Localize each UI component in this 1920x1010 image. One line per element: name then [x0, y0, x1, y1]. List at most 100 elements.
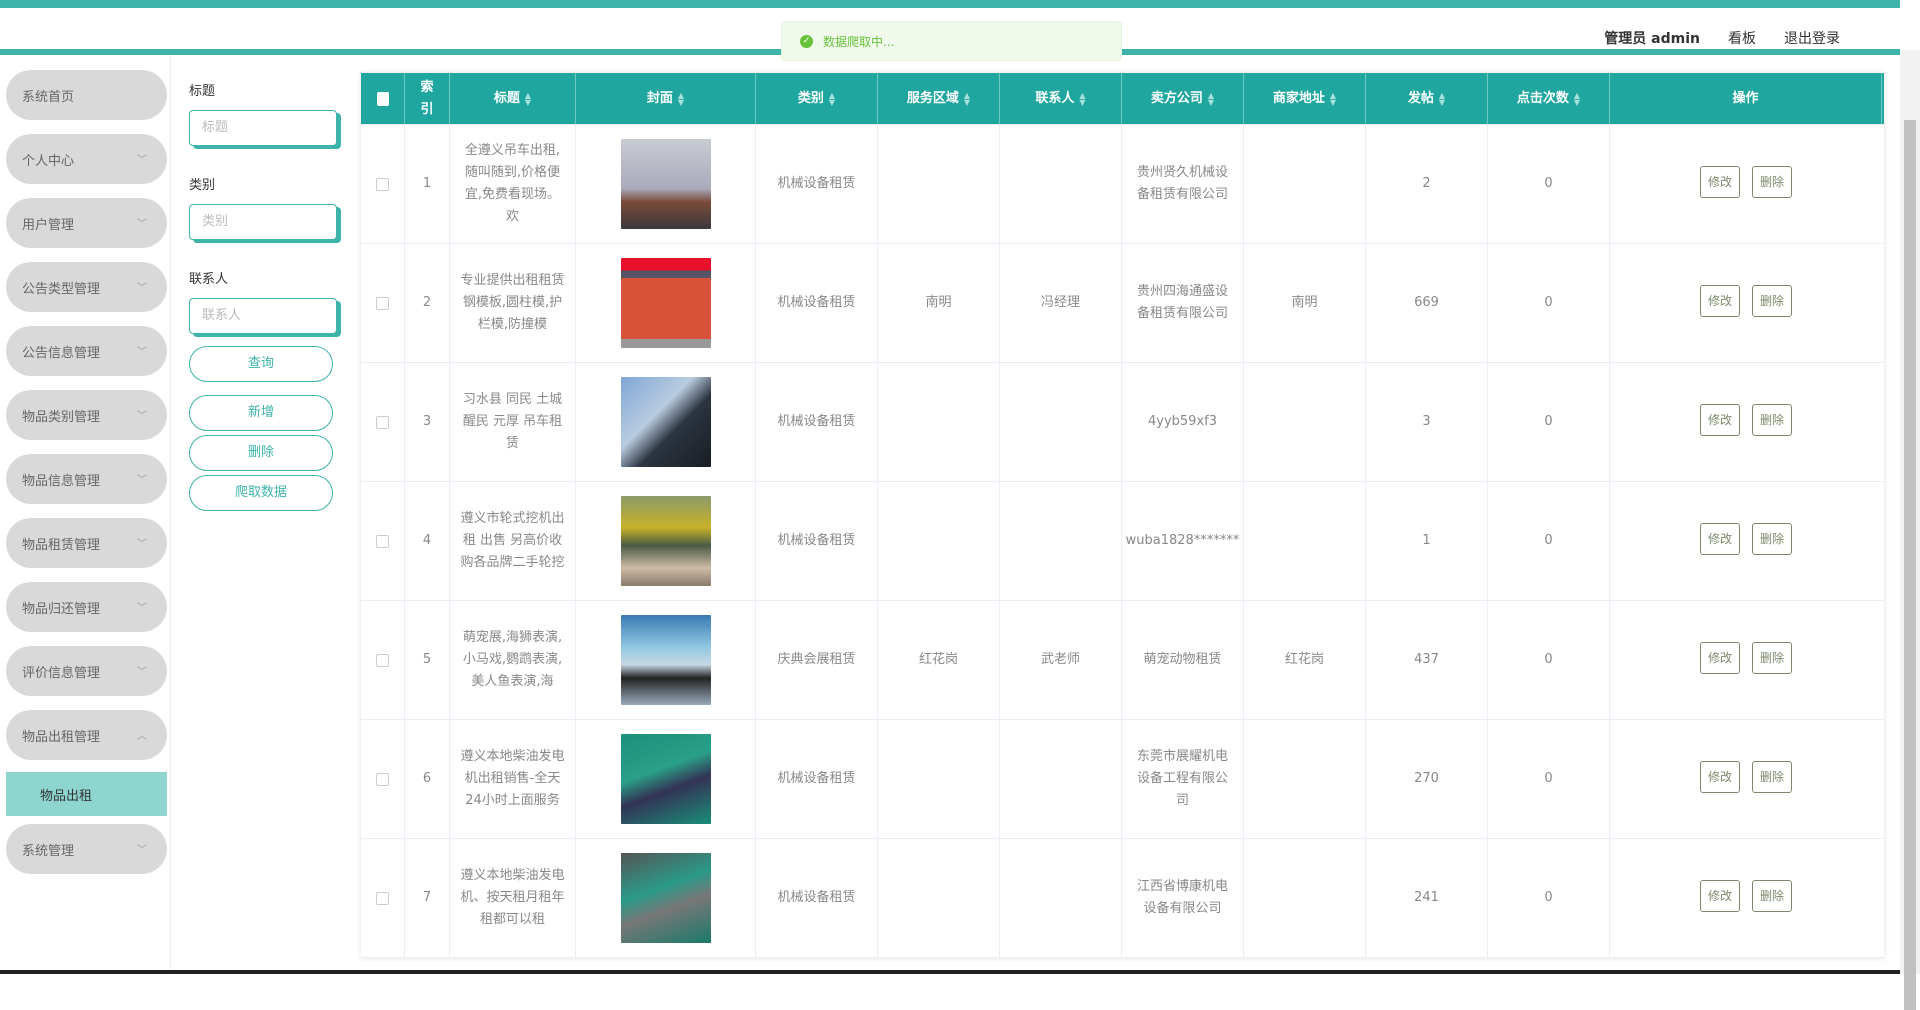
address-cell: 南明 — [1244, 244, 1366, 362]
row-delete-button[interactable]: 删除 — [1752, 285, 1793, 317]
data-table: 索引 标题 ▲ ▼ 封面 ▲ ▼ 类别 ▲ ▼ 服务区域 ▲ ▼ 联系人 ▲ ▼ 卖方公司 ▲ ▼ 商家地址 ▲ ▼ 发帖 ▲… — [361, 73, 1884, 958]
column-header[interactable]: 封面 ▲ ▼ — [576, 73, 756, 124]
sidebar-item[interactable]: 物品出租管理 ︿ — [6, 710, 167, 760]
column-header[interactable]: 商家地址 ▲ ▼ — [1244, 73, 1366, 124]
row-checkbox[interactable] — [376, 653, 389, 667]
index-cell: 6 — [405, 720, 450, 838]
search-button[interactable]: 查询 — [189, 346, 333, 382]
row-delete-button[interactable]: 删除 — [1752, 880, 1793, 912]
column-header[interactable]: 联系人 ▲ ▼ — [1000, 73, 1122, 124]
sort-icon[interactable]: ▲ ▼ — [1208, 91, 1214, 106]
crawl-data-button[interactable]: 爬取数据 — [189, 475, 333, 511]
actions-cell: 修改 删除 — [1610, 244, 1882, 362]
cover-image[interactable] — [620, 377, 711, 467]
posts-cell: 241 — [1366, 839, 1488, 957]
row-checkbox[interactable] — [376, 415, 389, 429]
sidebar-item[interactable]: 用户管理 ﹀ — [6, 198, 167, 248]
cover-image[interactable] — [620, 734, 711, 824]
contact-cell — [1000, 125, 1122, 243]
category-cell: 机械设备租赁 — [756, 720, 878, 838]
top-accent-bar — [0, 0, 1900, 8]
contact-label: 联系人 — [189, 272, 229, 287]
actions-cell: 修改 删除 — [1610, 125, 1882, 243]
sidebar-item[interactable]: 公告信息管理 ﹀ — [6, 326, 167, 376]
sort-icon[interactable]: ▲ ▼ — [678, 91, 684, 106]
row-checkbox[interactable] — [376, 177, 389, 191]
column-header[interactable]: 发帖 ▲ ▼ — [1366, 73, 1488, 124]
sort-icon[interactable]: ▲ ▼ — [1574, 91, 1580, 106]
sort-icon[interactable]: ▲ ▼ — [1079, 91, 1085, 106]
company-cell: wuba1828******* — [1122, 482, 1244, 600]
posts-cell: 437 — [1366, 601, 1488, 719]
sidebar-subitem[interactable]: 物品出租 — [6, 772, 167, 816]
sidebar-item[interactable]: 物品归还管理 ﹀ — [6, 582, 167, 632]
edit-button[interactable]: 修改 — [1699, 523, 1740, 555]
select-all-checkbox[interactable] — [376, 91, 389, 106]
company-cell: 东莞市展耀机电设备工程有限公司 — [1122, 720, 1244, 838]
row-select-cell — [361, 839, 405, 957]
row-select-cell — [361, 244, 405, 362]
sidebar-item[interactable]: 物品信息管理 ﹀ — [6, 454, 167, 504]
row-delete-button[interactable]: 删除 — [1752, 761, 1793, 793]
cover-image[interactable] — [620, 615, 711, 705]
column-header[interactable]: 点击次数 ▲ ▼ — [1488, 73, 1610, 124]
edit-button[interactable]: 修改 — [1699, 642, 1740, 674]
add-button[interactable]: 新增 — [189, 395, 333, 431]
row-delete-button[interactable]: 删除 — [1752, 523, 1793, 555]
sort-icon[interactable]: ▲ ▼ — [1330, 91, 1336, 106]
row-select-cell — [361, 601, 405, 719]
column-header[interactable]: 服务区域 ▲ ▼ — [878, 73, 1000, 124]
row-delete-button[interactable]: 删除 — [1752, 404, 1793, 436]
cover-cell — [576, 363, 756, 481]
actions-cell: 修改 删除 — [1610, 720, 1882, 838]
row-delete-button[interactable]: 删除 — [1752, 166, 1793, 198]
row-select-cell — [361, 125, 405, 243]
sort-icon[interactable]: ▲ ▼ — [525, 91, 531, 106]
title-cell: 遵义本地柴油发电机、按天租月租年租都可以租 — [450, 839, 576, 957]
row-checkbox[interactable] — [376, 891, 389, 905]
sort-icon[interactable]: ▲ ▼ — [964, 91, 970, 106]
sort-icon[interactable]: ▲ ▼ — [1439, 91, 1445, 106]
edit-button[interactable]: 修改 — [1699, 285, 1740, 317]
title-input[interactable]: 标题 — [189, 110, 337, 146]
sidebar-item[interactable]: 系统管理 ﹀ — [6, 824, 167, 874]
category-cell: 机械设备租赁 — [756, 482, 878, 600]
category-input[interactable]: 类别 — [189, 204, 337, 240]
sidebar-item[interactable]: 物品租赁管理 ﹀ — [6, 518, 167, 568]
cover-image[interactable] — [620, 496, 711, 586]
scrollbar-thumb[interactable] — [1904, 120, 1916, 1010]
sidebar-item-label: 物品归还管理 — [22, 601, 101, 617]
title-cell: 遵义市轮式挖机出租 出售 另高价收购各品牌二手轮挖 — [450, 482, 576, 600]
column-header[interactable]: 类别 ▲ ▼ — [756, 73, 878, 124]
cover-image[interactable] — [620, 139, 711, 229]
sort-icon[interactable]: ▲ ▼ — [829, 91, 835, 106]
contact-input[interactable]: 联系人 — [189, 298, 337, 334]
cover-image[interactable] — [620, 853, 711, 943]
sidebar-item[interactable]: 物品类别管理 ﹀ — [6, 390, 167, 440]
table-header: 索引 标题 ▲ ▼ 封面 ▲ ▼ 类别 ▲ ▼ 服务区域 ▲ ▼ 联系人 ▲ ▼ 卖方公司 ▲ ▼ 商家地址 ▲ ▼ 发帖 ▲… — [361, 73, 1884, 125]
column-header[interactable]: 标题 ▲ ▼ — [450, 73, 576, 124]
sidebar-item[interactable]: 系统首页 — [6, 70, 167, 120]
sidebar-item[interactable]: 个人中心 ﹀ — [6, 134, 167, 184]
cover-cell — [576, 601, 756, 719]
edit-button[interactable]: 修改 — [1699, 761, 1740, 793]
edit-button[interactable]: 修改 — [1699, 404, 1740, 436]
edit-button[interactable]: 修改 — [1699, 166, 1740, 198]
edit-button[interactable]: 修改 — [1699, 880, 1740, 912]
row-delete-button[interactable]: 删除 — [1752, 642, 1793, 674]
logout-link[interactable]: 退出登录 — [1784, 28, 1840, 48]
column-header-label: 服务区域 — [906, 90, 959, 106]
chevron-up-icon: ︿ — [137, 731, 147, 742]
title-cell: 萌宠展,海狮表演,小马戏,鹦鹉表演,美人鱼表演,海 — [450, 601, 576, 719]
sidebar-item[interactable]: 公告类型管理 ﹀ — [6, 262, 167, 312]
row-checkbox[interactable] — [376, 534, 389, 548]
sidebar-item[interactable]: 评价信息管理 ﹀ — [6, 646, 167, 696]
cover-image[interactable] — [620, 258, 711, 348]
index-cell: 1 — [405, 125, 450, 243]
row-checkbox[interactable] — [376, 772, 389, 786]
delete-button[interactable]: 删除 — [189, 435, 333, 471]
column-header[interactable]: 卖方公司 ▲ ▼ — [1122, 73, 1244, 124]
scrollbar[interactable] — [1900, 50, 1920, 1010]
board-link[interactable]: 看板 — [1728, 28, 1756, 48]
row-checkbox[interactable] — [376, 296, 389, 310]
